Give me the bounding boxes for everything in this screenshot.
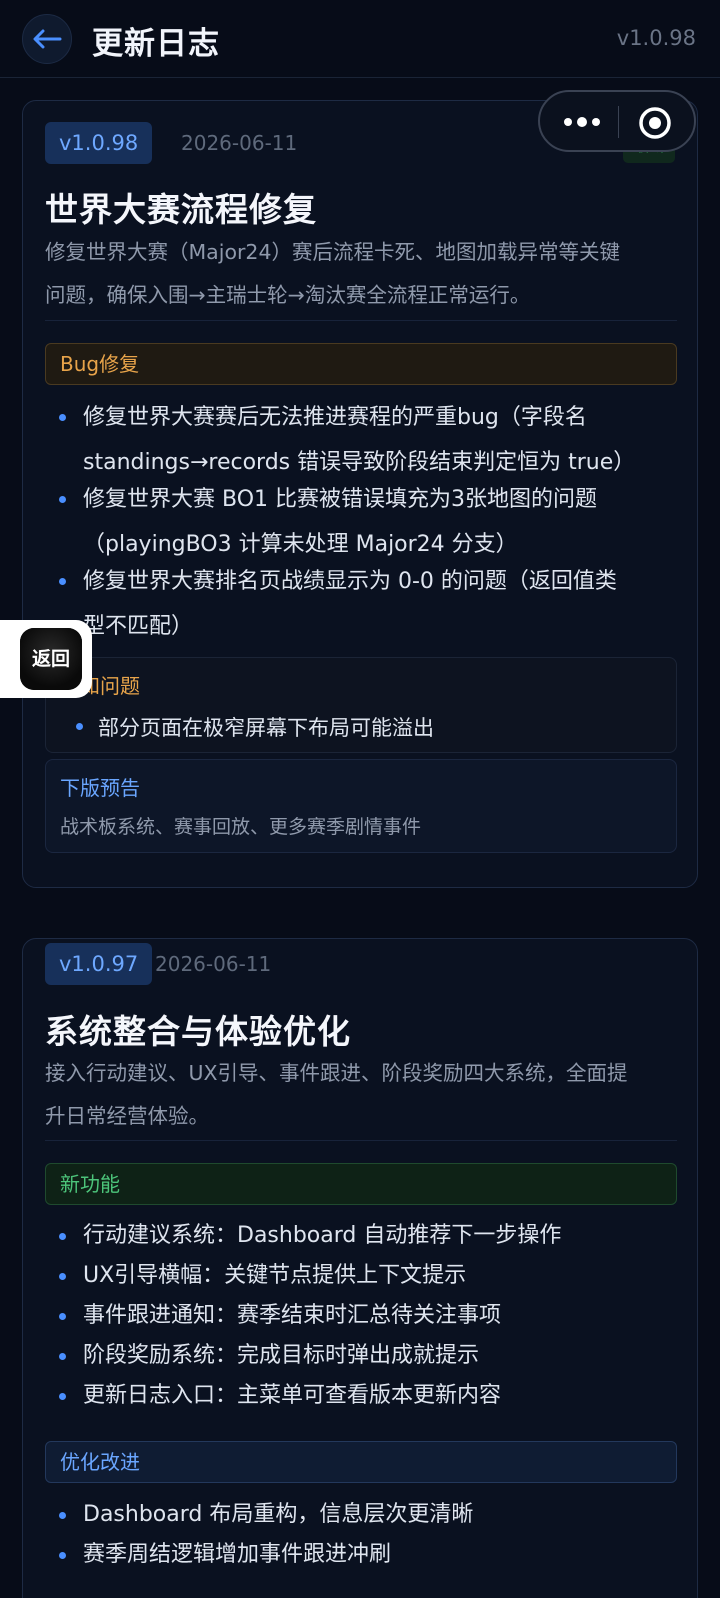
section-improvements: 优化改进 (45, 1441, 677, 1483)
list-item: 修复世界大赛 BO1 比赛被错误填充为3张地图的问题 （playingBO3 计算… (45, 477, 677, 567)
release-date: 2026-06-11 (181, 131, 298, 155)
target-circle-icon[interactable] (636, 104, 674, 142)
next-version-box: 下版预告 战术板系统、赛事回放、更多赛季剧情事件 (45, 759, 677, 853)
list-item: 部分页面在极窄屏幕下布局可能溢出 (76, 712, 434, 742)
capsule-divider (618, 106, 619, 138)
list-item: 修复世界大赛排名页战绩显示为 0-0 的问题（返回值类 型不匹配） (45, 559, 677, 649)
release-card: v1.0.97 2026-06-11 系统整合与体验优化 接入行动建议、UX引导… (22, 938, 698, 1598)
section-new-features: 新功能 (45, 1163, 677, 1205)
list-item: 赛季周结逻辑增加事件跟进冲刷 (45, 1535, 677, 1575)
next-version-text: 战术板系统、赛事回放、更多赛季剧情事件 (60, 816, 422, 838)
release-card: v1.0.98 2026-06-11 最新 世界大赛流程修复 修复世界大赛（Ma… (22, 100, 698, 888)
arrow-left-icon (33, 29, 62, 49)
back-button[interactable] (22, 14, 72, 64)
more-dots-icon[interactable] (562, 108, 602, 136)
floating-back-button[interactable]: 返回 (0, 620, 92, 698)
release-title: 世界大赛流程修复 (45, 190, 317, 229)
version-badge: v1.0.98 (45, 122, 153, 164)
app-header: 更新日志 v1.0.98 (0, 0, 720, 78)
floating-back-label: 返回 (31, 648, 70, 670)
next-version-title: 下版预告 (60, 776, 140, 800)
list-item: 阶段奖励系统：完成目标时弹出成就提示 (45, 1336, 677, 1376)
mini-program-capsule (538, 90, 696, 152)
list-item: 修复世界大赛赛后无法推进赛程的严重bug（字段名 standings→record… (45, 395, 677, 485)
divider (45, 1140, 677, 1141)
list-item: 更新日志入口：主菜单可查看版本更新内容 (45, 1376, 677, 1416)
bugfix-list: 修复世界大赛赛后无法推进赛程的严重bug（字段名 standings→record… (45, 395, 677, 649)
list-item: 事件跟进通知：赛季结束时汇总待关注事项 (45, 1296, 677, 1336)
divider (45, 320, 677, 321)
list-item: Dashboard 布局重构，信息层次更清晰 (45, 1495, 677, 1535)
page-title: 更新日志 (92, 26, 220, 62)
improvements-list: Dashboard 布局重构，信息层次更清晰 赛季周结逻辑增加事件跟进冲刷 (45, 1495, 677, 1575)
release-title: 系统整合与体验优化 (45, 1012, 351, 1051)
known-issues-box: 已知问题 部分页面在极窄屏幕下布局可能溢出 (45, 657, 677, 753)
header-version: v1.0.98 (616, 26, 696, 50)
section-bugfix: Bug修复 (45, 343, 677, 385)
release-description: 接入行动建议、UX引导、事件跟进、阶段奖励四大系统，全面提 升日常经营体验。 (45, 1061, 628, 1128)
list-item: UX引导横幅：关键节点提供上下文提示 (45, 1256, 677, 1296)
list-item: 行动建议系统：Dashboard 自动推荐下一步操作 (45, 1216, 677, 1256)
release-description: 修复世界大赛（Major24）赛后流程卡死、地图加载异常等关键 问题，确保入围→… (45, 240, 620, 307)
release-date: 2026-06-11 (155, 952, 272, 976)
version-badge: v1.0.97 (45, 943, 153, 985)
new-features-list: 行动建议系统：Dashboard 自动推荐下一步操作 UX引导横幅：关键节点提供… (45, 1216, 677, 1416)
